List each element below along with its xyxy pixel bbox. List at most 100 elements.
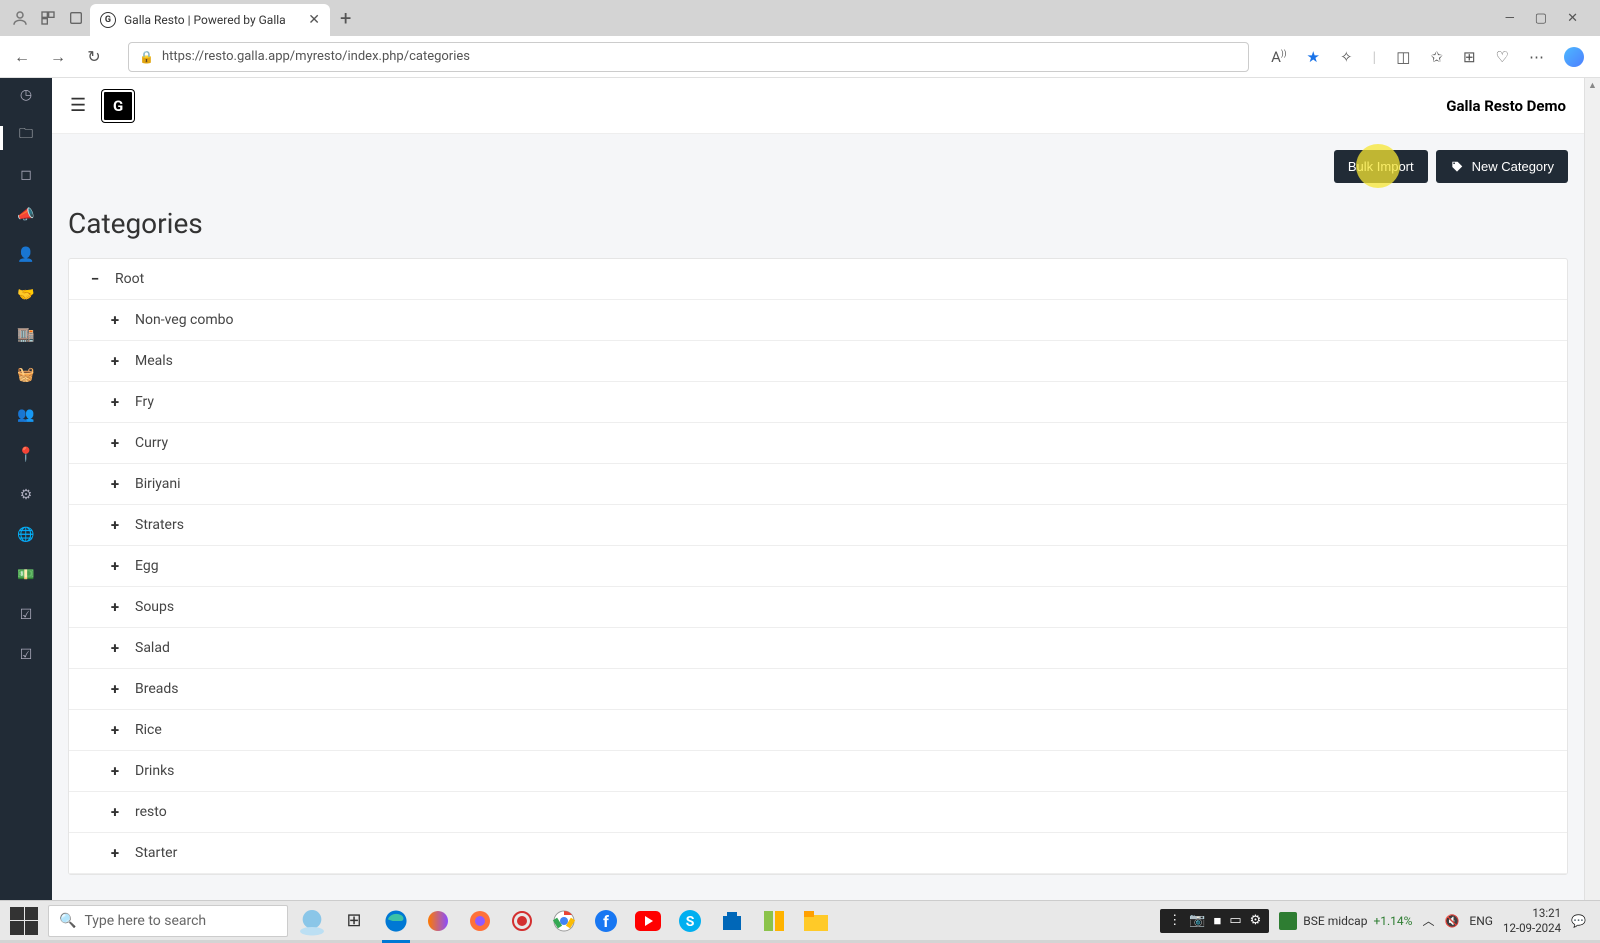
taskbar-search[interactable]: 🔍 Type here to search [48, 905, 288, 937]
brand-logo[interactable]: G [102, 90, 134, 122]
minimize-icon[interactable]: — [1505, 11, 1515, 26]
tree-item-label: Biriyani [135, 476, 181, 492]
expand-icon[interactable]: + [107, 352, 123, 370]
sidebar-user[interactable]: 👤 [0, 244, 52, 266]
profile-icon[interactable] [6, 9, 34, 27]
collections-icon[interactable]: ⊞ [1463, 48, 1476, 66]
expand-icon[interactable]: + [107, 762, 123, 780]
firefox-icon[interactable] [462, 903, 498, 939]
tree-row[interactable]: +Breads [69, 669, 1567, 710]
sidebar-deal[interactable]: 🤝 [0, 284, 52, 306]
tree-row[interactable]: +resto [69, 792, 1567, 833]
extensions-icon[interactable]: ✧ [1340, 48, 1353, 66]
tray-clock[interactable]: 13:21 12-09-2024 [1503, 906, 1561, 935]
sidebar-categories[interactable]: 🗀 [0, 124, 52, 146]
copilot-tb-icon[interactable] [420, 903, 456, 939]
sidebar-location[interactable]: 📍 [0, 444, 52, 466]
tree-row[interactable]: +Starter [69, 833, 1567, 874]
vertical-scrollbar[interactable] [1584, 78, 1600, 900]
app-icon[interactable] [756, 903, 792, 939]
split-screen-icon[interactable]: ◫ [1396, 48, 1410, 66]
expand-icon[interactable]: + [107, 434, 123, 452]
expand-icon[interactable]: + [107, 844, 123, 862]
tray-notifications-icon[interactable]: 💬 [1571, 914, 1586, 928]
shopping-icon[interactable]: ♡ [1496, 48, 1509, 66]
expand-icon[interactable]: + [107, 598, 123, 616]
new-category-button[interactable]: New Category [1436, 150, 1568, 183]
msstore-icon[interactable] [714, 903, 750, 939]
youtube-icon[interactable] [630, 903, 666, 939]
expand-icon[interactable]: + [107, 311, 123, 329]
expand-icon[interactable]: + [107, 516, 123, 534]
tray-volume-icon[interactable]: 🔇 [1444, 914, 1459, 928]
more-icon[interactable]: ⋯ [1529, 48, 1544, 66]
sidebar-announce[interactable]: 📣 [0, 204, 52, 226]
tray-lang[interactable]: ENG [1469, 914, 1493, 928]
close-window-icon[interactable]: ✕ [1567, 11, 1578, 26]
menu-toggle-icon[interactable]: ☰ [70, 95, 86, 116]
sidebar-team[interactable]: 👥 [0, 404, 52, 426]
record-icon[interactable] [504, 903, 540, 939]
favorites-bar-icon[interactable]: ✩ [1430, 48, 1443, 66]
chrome-icon[interactable] [546, 903, 582, 939]
facebook-icon[interactable]: f [588, 903, 624, 939]
tree-row[interactable]: +Egg [69, 546, 1567, 587]
taskview-icon[interactable]: ⊞ [336, 903, 372, 939]
taskbar: 🔍 Type here to search ⊞ f S ⋮ 📷 ■ ▭ ⚙ BS… [0, 900, 1600, 940]
forward-icon[interactable]: → [46, 47, 70, 67]
favorite-icon[interactable]: ★ [1307, 48, 1320, 66]
address-bar[interactable]: 🔒 https://resto.galla.app/myresto/index.… [128, 42, 1249, 72]
sidebar-check1[interactable]: ☑ [0, 604, 52, 626]
tree-row[interactable]: + Biriyani [69, 464, 1567, 505]
tree-row[interactable]: +Meals [69, 341, 1567, 382]
sidebar-store[interactable]: 🏬 [0, 324, 52, 346]
sidebar-cash[interactable]: 💵 [0, 564, 52, 586]
tray-app-group[interactable]: ⋮ 📷 ■ ▭ ⚙ [1160, 909, 1269, 933]
expand-icon[interactable]: + [107, 557, 123, 575]
workspaces-icon[interactable] [34, 10, 62, 26]
sidebar-check2[interactable]: ☑ [0, 644, 52, 666]
system-tray: ⋮ 📷 ■ ▭ ⚙ BSE midcap +1.14% ︿ 🔇 ENG 13:2… [1160, 906, 1594, 935]
tree-root-row[interactable]: − Root [69, 259, 1567, 300]
browser-tab[interactable]: G Galla Resto | Powered by Galla ✕ [90, 4, 330, 36]
tree-row[interactable]: +Non-veg combo [69, 300, 1567, 341]
copilot-icon[interactable] [1564, 47, 1584, 67]
expand-icon[interactable]: + [107, 639, 123, 657]
new-tab-button[interactable]: + [340, 6, 351, 30]
tab-actions-icon[interactable] [62, 10, 90, 26]
explorer-icon[interactable] [798, 903, 834, 939]
sidebar-box[interactable]: ◻ [0, 164, 52, 186]
skype-icon[interactable]: S [672, 903, 708, 939]
tray-chevron-icon[interactable]: ︿ [1422, 912, 1434, 929]
sidebar-dashboard[interactable]: ◷ [0, 84, 52, 106]
edge-icon[interactable] [378, 903, 414, 939]
cortana-icon[interactable] [294, 903, 330, 939]
tree-row[interactable]: +Fry [69, 382, 1567, 423]
sidebar-settings[interactable]: ⚙ [0, 484, 52, 506]
stock-widget[interactable]: BSE midcap +1.14% [1279, 912, 1412, 930]
close-tab-icon[interactable]: ✕ [308, 12, 320, 28]
sidebar-globe[interactable]: 🌐 [0, 524, 52, 546]
start-button[interactable] [6, 903, 42, 939]
collapse-icon[interactable]: − [87, 270, 103, 288]
expand-icon[interactable]: + [107, 475, 123, 493]
expand-icon[interactable]: + [107, 680, 123, 698]
refresh-icon[interactable]: ↻ [82, 47, 106, 66]
sidebar-cart[interactable]: 🧺 [0, 364, 52, 386]
tree-row[interactable]: + Straters [69, 505, 1567, 546]
tree-row[interactable]: +Rice [69, 710, 1567, 751]
tree-row[interactable]: +Salad [69, 628, 1567, 669]
bulk-import-button[interactable]: Bulk Import [1334, 150, 1428, 183]
tree-item-label: Straters [135, 517, 184, 533]
back-icon[interactable]: ← [10, 47, 34, 67]
expand-icon[interactable]: + [107, 393, 123, 411]
tree-row[interactable]: +Soups [69, 587, 1567, 628]
account-label[interactable]: Galla Resto Demo [1446, 97, 1566, 115]
maximize-icon[interactable]: ▢ [1535, 11, 1547, 26]
expand-icon[interactable]: + [107, 803, 123, 821]
tree-row[interactable]: +Curry [69, 423, 1567, 464]
read-aloud-icon[interactable]: A)) [1271, 48, 1286, 66]
expand-icon[interactable]: + [107, 721, 123, 739]
tree-row[interactable]: +Drinks [69, 751, 1567, 792]
tray-gear-icon: ⚙ [1250, 913, 1262, 929]
